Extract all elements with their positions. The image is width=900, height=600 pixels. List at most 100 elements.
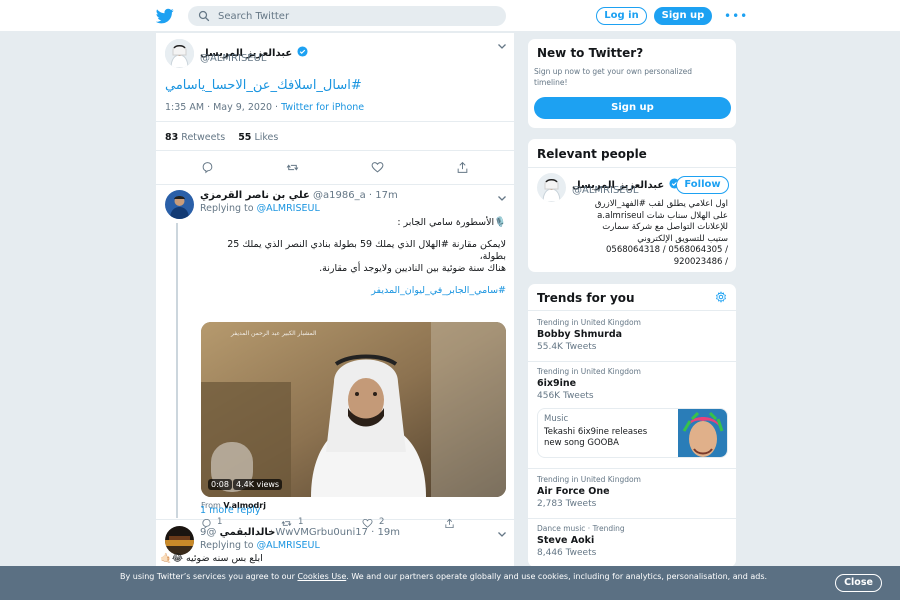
avatar-image [165,39,194,68]
chevron-down-icon[interactable] [497,529,507,539]
reply-hashtag[interactable]: #سامي_الجابر_في_ليوان_المديفر [200,285,506,297]
trend-count: 2,783 Tweets [537,499,597,509]
video-duration: 0:08 [208,479,232,490]
reply-time[interactable]: · 17m [369,190,398,201]
trends-panel: Trends for you Trending in United Kingdo… [527,283,737,568]
trend-name[interactable]: Air Force One [537,486,610,497]
replying-to-label: Replying to [200,203,254,214]
retweet-icon[interactable] [286,161,299,174]
card-category: Music [544,414,569,424]
likes-label[interactable]: Likes [254,132,278,143]
person-handle[interactable]: @ALMRISEUL [572,185,639,196]
close-cookie-button[interactable]: Close [835,574,882,592]
trend-context: Trending in United Kingdom [537,475,641,484]
sidebar-signup-button[interactable]: Sign up [534,97,731,119]
share-icon[interactable] [456,161,469,174]
login-button[interactable]: Log in [596,7,647,25]
likes-count[interactable]: 55 [238,132,251,143]
trend-news-card[interactable]: Music Tekashi 6ix9ine releases new song … [537,408,728,458]
trend-item[interactable]: Trending in United Kingdom 6ix9ine 456K … [528,363,736,408]
avatar[interactable] [165,526,194,555]
reply-text-line: هناك سنة ضوئية بين الناديين ولايوجد أي م… [319,263,506,274]
top-bar: Log in Sign up ••• [0,0,900,32]
card-thumbnail [678,409,727,457]
avatar-image [165,526,194,555]
trend-item[interactable]: Dance music · Trending Steve Aoki 8,446 … [528,520,736,565]
signup-button[interactable]: Sign up [654,7,712,25]
author-handle[interactable]: @a1986_a [313,190,366,201]
trend-context: Trending in United Kingdom [537,318,641,327]
panel-text: Sign up now to get your own personalized… [534,67,693,87]
avatar[interactable] [165,190,194,219]
search-input[interactable] [218,8,498,24]
bio-line: 0568064318 / 0568064305 / [606,245,728,255]
panel-title: Trends for you [537,291,635,305]
reply-icon[interactable] [201,161,214,174]
panel-title: New to Twitter? [537,46,644,60]
reply-text: ابلع بس سنه ضوئيه 😂🤙🏻 [160,553,506,564]
more-replies-link[interactable]: 1 more reply [200,505,261,516]
trend-item[interactable]: Trending in United Kingdom Bobby Shmurda… [528,314,736,359]
retweets-label[interactable]: Retweets [181,132,225,143]
avatar[interactable] [165,39,194,68]
bio-line: على الهلال سناب شات a.almriseul [597,210,728,221]
like-icon[interactable] [371,161,384,174]
reply-text-content: ابلع بس سنه ضوئيه 😂🤙🏻 [160,553,263,564]
replying-to-handle[interactable]: @ALMRISEUL [257,203,320,214]
settings-gear-icon[interactable] [715,291,727,303]
divider [528,167,736,168]
trend-count: 456K Tweets [537,391,594,401]
cookie-text-end: . We and our partners operate globally a… [346,572,768,581]
person-bio: اول اعلامي يطلق لقب #الفهد_الازرق على ال… [537,199,728,268]
card-text[interactable]: Tekashi 6ix9ine releases new song GOOBA [544,427,654,449]
retweets-count[interactable]: 83 [165,132,178,143]
chevron-down-icon[interactable] [497,41,507,51]
trend-count: 55.4K Tweets [537,342,597,352]
divider [528,468,736,469]
divider [156,121,514,122]
replying-to-handle[interactable]: @ALMRISEUL [257,540,320,551]
tweet-hashtag[interactable]: #اسال_اسلافك_عن_الاحسا_ياسامي [165,78,375,93]
cookies-use-link[interactable]: Cookies Use [297,572,346,581]
video-views: 4.4K views [233,479,283,490]
divider [528,518,736,519]
divider [156,150,514,151]
avatar-image [165,190,194,219]
trend-name[interactable]: 6ix9ine [537,378,576,389]
search-box[interactable] [188,6,506,26]
bio-line: اول اعلامي يطلق لقب #الفهد_الازرق [594,199,728,209]
trend-count: 8,446 Tweets [537,548,597,558]
tweet-timestamp[interactable]: 1:35 AM · May 9, 2020 · [165,102,278,113]
follow-button[interactable]: Follow [676,176,729,194]
trend-name[interactable]: Bobby Shmurda [537,329,622,340]
main-timeline: عبدالعزيز المريسل @ALMRISEUL #اسال_اسلاف… [155,33,515,600]
new-to-twitter-panel: New to Twitter? Sign up now to get your … [527,38,737,129]
author-name[interactable]: خالدالبقمي [220,527,276,538]
reply-text: 🎙️الأسطورة سامي الجابر : لايمكن مقارنة #… [200,217,506,297]
thread-line [176,223,178,518]
cookie-banner: By using Twitter’s services you agree to… [0,566,900,600]
reply-text-line: لايمكن مقارنة #الهلال الذي يملك 59 بطولة… [227,239,506,262]
author-name[interactable]: علي بن ناصر القرمزي [200,190,310,201]
reply-tweet[interactable]: علي بن ناصر القرمزي @a1986_a · 17m Reply… [156,185,514,529]
author-handle[interactable]: @ALMRISEUL [200,53,267,64]
replying-to-label: Replying to [200,540,254,551]
video-thumbnail [201,322,506,497]
trend-name[interactable]: Steve Aoki [537,535,594,546]
reply-time[interactable]: · 19m [371,527,400,538]
reply-text-line: 🎙️الأسطورة سامي الجابر : [397,217,506,228]
chevron-down-icon[interactable] [497,193,507,203]
video-player[interactable]: المشبار الكبير عبد الرحمن المديفر 0:08 4… [201,322,506,497]
video-overlay-text: المشبار الكبير عبد الرحمن المديفر [231,330,317,337]
trend-context: Trending in United Kingdom [537,367,641,376]
tweet-source[interactable]: Twitter for iPhone [281,102,364,113]
avatar[interactable] [537,173,566,202]
more-menu-icon[interactable]: ••• [724,9,748,23]
bio-line: ستيب للتسويق الإلكتروني [637,233,728,244]
trend-context: Dance music · Trending [537,524,625,533]
twitter-logo-icon[interactable] [156,7,174,25]
trend-item[interactable]: Trending in United Kingdom Air Force One… [528,471,736,516]
main-tweet: عبدالعزيز المريسل @ALMRISEUL #اسال_اسلاف… [156,33,514,185]
verified-badge-icon [297,46,308,57]
bio-line: للإعلانات التواصل مع شركة سمارت [602,222,728,232]
